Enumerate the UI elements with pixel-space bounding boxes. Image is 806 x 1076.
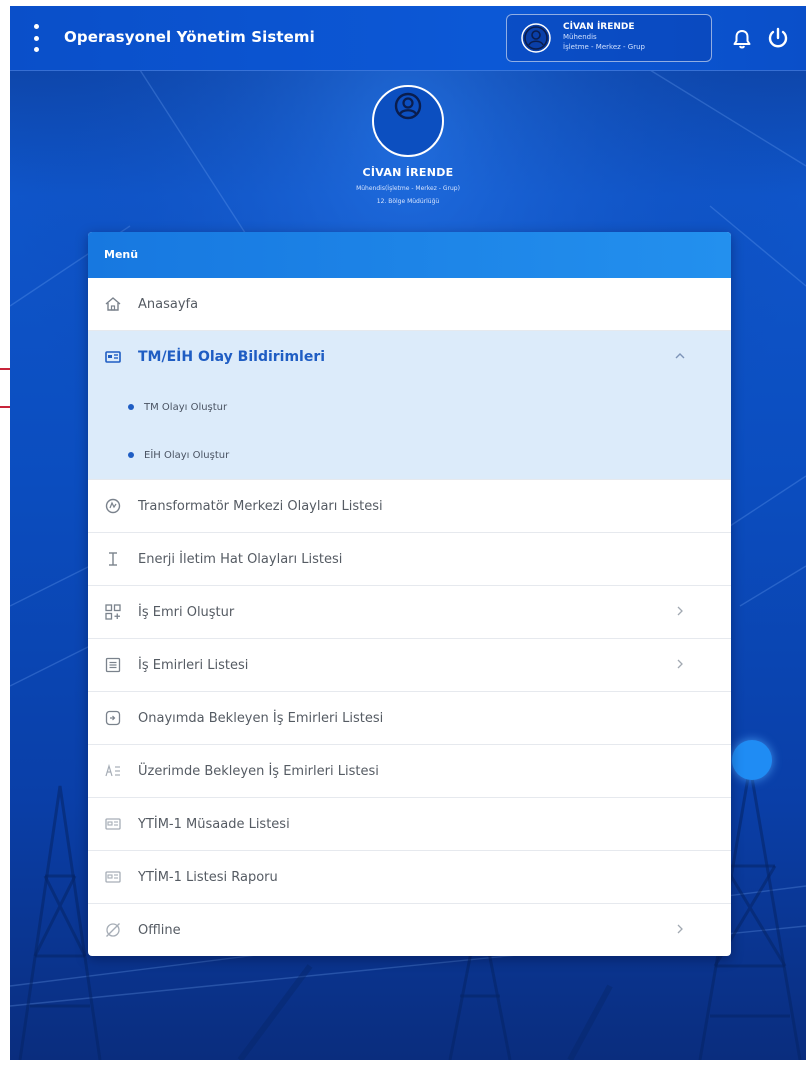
submenu-item-label: EİH Olayı Oluştur xyxy=(144,449,230,461)
menu-item-is-emri-olustur[interactable]: İş Emri Oluştur xyxy=(88,586,731,639)
menu-item-ytim1-musaade-listesi[interactable]: YTİM-1 Müsaade Listesi xyxy=(88,798,731,851)
chevron-up-icon[interactable] xyxy=(675,349,685,363)
menu-item-enerji-iletim-hat-olaylari[interactable]: Enerji İletim Hat Olayları Listesi xyxy=(88,533,731,586)
submenu-item-eih-olayi-olustur[interactable]: EİH Olayı Oluştur xyxy=(88,431,731,479)
user-chip-unit: İşletme - Merkez - Grup xyxy=(563,43,645,51)
floating-action-bubble[interactable] xyxy=(732,740,772,780)
approval-icon xyxy=(105,710,121,726)
menu-item-label: İş Emirleri Listesi xyxy=(138,657,249,673)
user-profile-button[interactable]: CİVAN İRENDE Mühendis İşletme - Merkez -… xyxy=(506,14,712,62)
menu-item-label: Offline xyxy=(138,922,181,938)
bullet-icon xyxy=(128,452,134,458)
bell-icon[interactable] xyxy=(732,28,752,50)
offline-icon xyxy=(106,923,120,937)
menu-item-label: Enerji İletim Hat Olayları Listesi xyxy=(138,551,343,567)
main-menu: Menü Anasayfa TM/EİH Olay Bildirimleri T… xyxy=(88,232,731,956)
app-title: Operasyonel Yönetim Sistemi xyxy=(64,28,315,46)
menu-item-is-emirleri-listesi[interactable]: İş Emirleri Listesi xyxy=(88,639,731,692)
home-icon xyxy=(105,297,121,311)
user-chip-name: CİVAN İRENDE xyxy=(563,22,635,32)
bullet-icon xyxy=(128,404,134,410)
menu-item-label: YTİM-1 Listesi Raporu xyxy=(138,869,278,885)
menu-item-label: Onayımda Bekleyen İş Emirleri Listesi xyxy=(138,710,384,726)
permit-report-icon xyxy=(105,871,121,883)
more-vertical-icon[interactable] xyxy=(30,24,42,52)
permit-icon xyxy=(105,818,121,830)
menu-item-tm-eih-olay-bildirimleri[interactable]: TM/EİH Olay Bildirimleri xyxy=(88,331,731,383)
menu-item-offline[interactable]: Offline xyxy=(88,904,731,956)
submenu-tm-eih: TM Olayı Oluştur EİH Olayı Oluştur xyxy=(88,383,731,480)
list-icon xyxy=(105,657,121,673)
menu-item-label: Üzerimde Bekleyen İş Emirleri Listesi xyxy=(138,763,379,779)
user-chip-text: CİVAN İRENDE Mühendis İşletme - Merkez -… xyxy=(563,22,645,52)
menu-item-label: Anasayfa xyxy=(138,296,199,312)
report-icon xyxy=(105,351,121,363)
menu-item-label: İş Emri Oluştur xyxy=(138,604,235,620)
menu-item-anasayfa[interactable]: Anasayfa xyxy=(88,278,731,331)
menu-item-onayimda-bekleyen[interactable]: Onayımda Bekleyen İş Emirleri Listesi xyxy=(88,692,731,745)
user-avatar-icon xyxy=(521,23,551,53)
top-bar: Operasyonel Yönetim Sistemi CİVAN İRENDE… xyxy=(10,6,806,71)
profile-unit: 12. Bölge Müdürlüğü xyxy=(376,198,440,205)
user-chip-role: Mühendis xyxy=(563,33,597,41)
chevron-right-icon[interactable] xyxy=(675,922,685,936)
power-icon[interactable] xyxy=(766,26,790,50)
app-window: Operasyonel Yönetim Sistemi CİVAN İRENDE… xyxy=(10,6,806,1060)
chevron-right-icon[interactable] xyxy=(675,604,685,618)
profile-role: Mühendis(İşletme - Merkez - Grup) xyxy=(356,185,460,192)
menu-item-ytim1-listesi-raporu[interactable]: YTİM-1 Listesi Raporu xyxy=(88,851,731,904)
menu-item-label: YTİM-1 Müsaade Listesi xyxy=(138,816,290,832)
menu-item-uzerimde-bekleyen[interactable]: Üzerimde Bekleyen İş Emirleri Listesi xyxy=(88,745,731,798)
assigned-icon xyxy=(105,763,120,777)
menu-item-label: TM/EİH Olay Bildirimleri xyxy=(138,349,326,365)
submenu-item-label: TM Olayı Oluştur xyxy=(144,401,228,413)
transformer-icon xyxy=(105,498,121,514)
profile-header: CİVAN İRENDE Mühendis(İşletme - Merkez -… xyxy=(10,84,806,205)
submenu-item-tm-olayi-olustur[interactable]: TM Olayı Oluştur xyxy=(88,383,731,431)
profile-avatar-icon xyxy=(372,85,444,157)
tower-icon xyxy=(109,552,117,566)
menu-item-label: Transformatör Merkezi Olayları Listesi xyxy=(138,498,383,514)
profile-name: CİVAN İRENDE xyxy=(362,166,454,179)
chevron-right-icon[interactable] xyxy=(675,657,685,671)
menu-item-transformator-merkezi-olaylari[interactable]: Transformatör Merkezi Olayları Listesi xyxy=(88,480,731,533)
menu-header: Menü xyxy=(88,232,731,278)
grid-add-icon xyxy=(105,604,121,620)
